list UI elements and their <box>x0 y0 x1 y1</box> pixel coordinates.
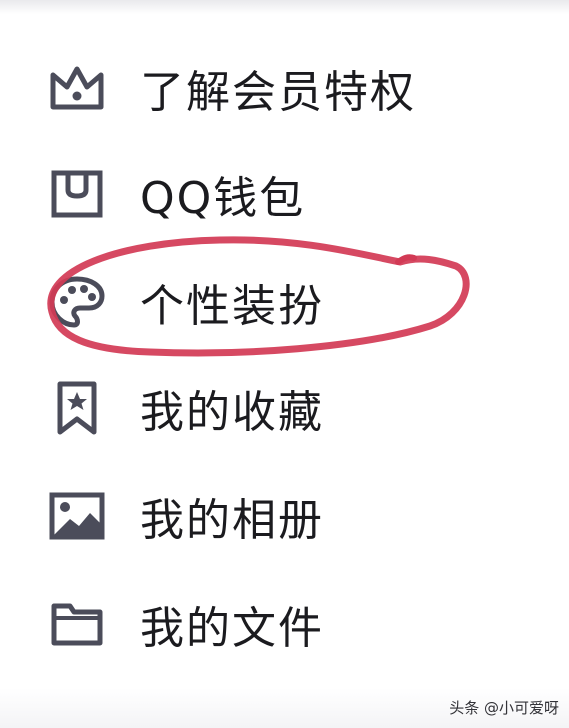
menu-item-favorites[interactable]: 我的收藏 <box>0 358 569 458</box>
photo-album-icon <box>46 485 108 547</box>
folder-icon <box>46 593 108 655</box>
menu-item-label: 我的相册 <box>140 495 324 546</box>
menu-item-personalization[interactable]: 个性装扮 <box>0 252 569 352</box>
menu-item-label: 了解会员特权 <box>140 67 416 118</box>
crown-icon <box>46 57 108 119</box>
menu-item-label: QQ钱包 <box>140 173 306 224</box>
bookmark-star-icon <box>46 377 108 439</box>
menu-item-label: 个性装扮 <box>140 281 324 332</box>
menu-item-photo-album[interactable]: 我的相册 <box>0 466 569 566</box>
menu-item-vip-privileges[interactable]: 了解会员特权 <box>0 38 569 138</box>
menu-item-label: 我的收藏 <box>140 387 324 438</box>
palette-icon <box>46 271 108 333</box>
menu-item-label: 我的文件 <box>140 603 324 654</box>
wallet-icon <box>46 163 108 225</box>
top-shadow <box>0 0 569 14</box>
watermark-text: 头条 @小可爱呀 <box>449 699 559 717</box>
menu-item-qq-wallet[interactable]: QQ钱包 <box>0 144 569 244</box>
menu-item-my-files[interactable]: 我的文件 <box>0 574 569 674</box>
